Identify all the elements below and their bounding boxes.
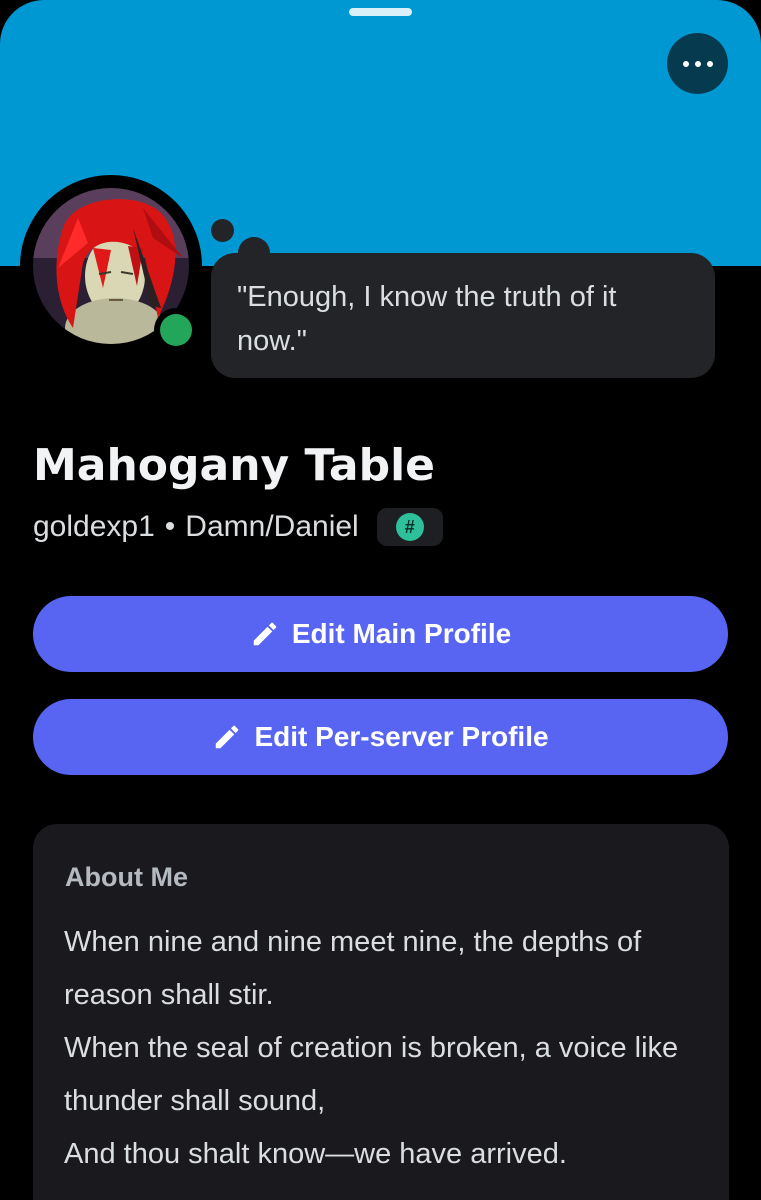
- profile-sheet: "Enough, I know the truth of it now." Ma…: [0, 0, 761, 1200]
- custom-status-text: "Enough, I know the truth of it now.": [237, 281, 617, 357]
- online-status-icon: [160, 314, 192, 346]
- about-me-text: When nine and nine meet nine, the depths…: [64, 916, 704, 1181]
- hashtag-badge-icon: #: [395, 513, 424, 541]
- display-name: Mahogany Table: [33, 440, 435, 491]
- more-dot: [694, 60, 701, 67]
- edit-main-profile-button[interactable]: Edit Main Profile: [33, 596, 728, 672]
- more-dot: [706, 60, 713, 67]
- about-me-title: About Me: [65, 862, 188, 892]
- hashtag-badge[interactable]: #: [376, 508, 443, 546]
- about-line: When the seal of creation is broken, a v…: [64, 1032, 679, 1117]
- pronouns: Damn/Daniel: [185, 510, 359, 543]
- username-line: goldexp1 • Damn/Daniel #: [33, 507, 443, 547]
- about-me-card: About Me When nine and nine meet nine, t…: [33, 824, 729, 1200]
- about-line: When nine and nine meet nine, the depths…: [64, 926, 642, 1011]
- sheet-drag-handle[interactable]: [349, 8, 412, 16]
- separator: •: [164, 510, 176, 543]
- custom-status-bubble[interactable]: "Enough, I know the truth of it now.": [211, 253, 715, 378]
- pencil-icon: [253, 622, 277, 646]
- pencil-icon: [216, 725, 239, 749]
- more-options-button[interactable]: [667, 33, 728, 94]
- edit-per-server-profile-label: Edit Per-server Profile: [254, 721, 549, 752]
- more-horizontal-icon: [682, 60, 689, 67]
- thought-bubble-dot: [211, 219, 234, 242]
- about-line: And thou shalt know—we have arrived.: [64, 1138, 567, 1170]
- username: goldexp1: [33, 510, 155, 543]
- edit-per-server-profile-button[interactable]: Edit Per-server Profile: [33, 699, 728, 775]
- edit-main-profile-label: Edit Main Profile: [291, 618, 512, 649]
